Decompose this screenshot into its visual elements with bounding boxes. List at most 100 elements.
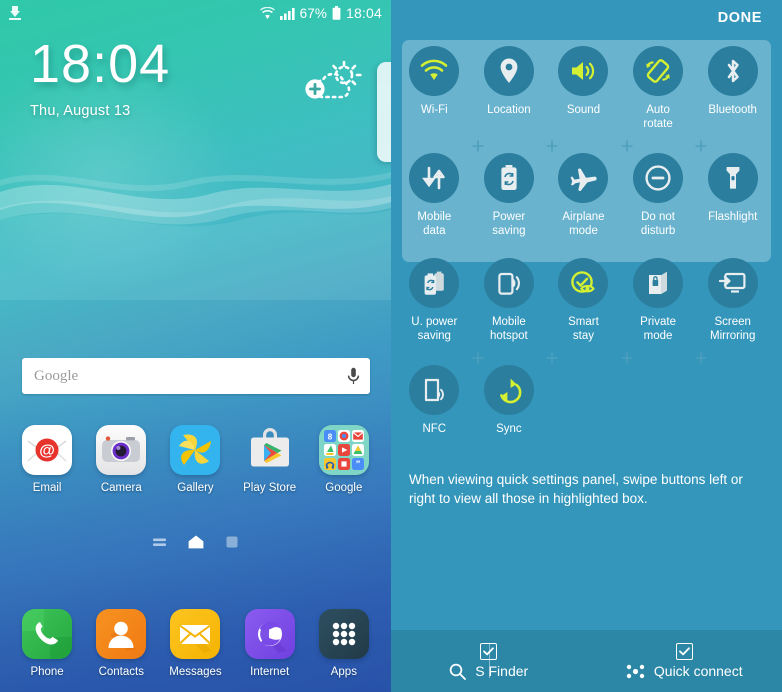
search-icon (449, 663, 467, 680)
quick-toggle-label: Bluetooth (708, 104, 757, 116)
dock-label: Internet (250, 666, 290, 678)
sync-icon (483, 365, 534, 415)
quick-toggle-mobile-data[interactable]: Mobile data (397, 153, 472, 238)
quick-toggle-sync[interactable]: Sync (472, 365, 547, 450)
svg-text:8: 8 (328, 432, 333, 441)
internet-icon (244, 609, 295, 659)
instruction-text: When viewing quick settings panel, swipe… (409, 472, 743, 506)
download-icon (9, 6, 21, 20)
wifi-icon (259, 6, 275, 20)
quick-toggle-label: Sync (496, 423, 522, 435)
bluetooth-icon (707, 46, 758, 96)
quick-connect-icon (626, 663, 645, 680)
dock-label: Messages (169, 666, 222, 678)
quick-connect-label: Quick connect (653, 663, 743, 679)
add-slot-icon[interactable] (620, 351, 634, 365)
battery-icon (332, 6, 341, 20)
app-label: Camera (100, 482, 142, 494)
add-slot-icon[interactable] (545, 351, 559, 365)
dock-icon-messages[interactable]: Messages (163, 609, 227, 678)
quick-toggle-auto-rotate[interactable]: Auto rotate (621, 46, 696, 131)
quick-toggle-screen-mirroring[interactable]: Screen Mirroring (695, 258, 770, 343)
signal-bars-icon (279, 7, 295, 20)
page-dot-icon[interactable] (226, 536, 238, 548)
smart-stay-icon (558, 258, 609, 308)
s-finder-label: S Finder (475, 663, 529, 679)
quick-toggle-label: Flashlight (708, 211, 758, 223)
app-label: Gallery (177, 482, 214, 494)
add-weather-icon[interactable] (298, 60, 368, 112)
quick-toggle-do-not-disturb[interactable]: Do not disturb (621, 153, 696, 238)
add-slot-icon[interactable] (620, 139, 634, 153)
page-indicator (0, 535, 391, 549)
app-icon-email[interactable]: @ Email (15, 425, 79, 494)
app-icon-play-store[interactable]: Play Store (238, 425, 302, 494)
quick-toggle-wifi[interactable]: Wi-Fi (397, 46, 472, 131)
checkbox-checked-icon[interactable] (675, 642, 693, 660)
add-slot-icon[interactable] (471, 351, 485, 365)
apps-grid-icon (318, 609, 369, 659)
wallpaper-wave (0, 150, 391, 300)
quick-toggle-smart-stay[interactable]: Smart stay (546, 258, 621, 343)
quick-toggle-label: U. power saving (411, 316, 458, 342)
add-slot-icon[interactable] (694, 139, 708, 153)
search-input[interactable]: Google (22, 358, 370, 394)
add-slot-icon[interactable] (471, 139, 485, 153)
wifi-icon (409, 46, 460, 96)
clock-date: Thu, August 13 (30, 103, 131, 119)
screen-mirroring-icon (707, 258, 758, 308)
add-slot-icon[interactable] (545, 139, 559, 153)
camera-icon (96, 425, 147, 475)
dock: Phone Contacts Messages Internet Apps (0, 609, 391, 678)
quick-toggle-private-mode[interactable]: Private mode (621, 258, 696, 343)
private-mode-icon (633, 258, 684, 308)
quick-toggle-label: Sound (566, 104, 601, 116)
app-label: Email (32, 482, 62, 494)
svg-text:”: ” (356, 459, 361, 469)
quick-connect-button[interactable]: Quick connect (587, 630, 782, 692)
google-folder-icon: 8 ” (318, 425, 369, 475)
app-label: Google (325, 482, 363, 494)
quick-toggle-label: Power saving (492, 211, 526, 237)
contacts-icon (96, 609, 147, 659)
quick-toggle-label: Airplane mode (562, 211, 605, 237)
quick-settings-row: NFC Sync (397, 365, 776, 450)
dock-icon-phone[interactable]: Phone (15, 609, 79, 678)
quick-toggle-airplane-mode[interactable]: Airplane mode (546, 153, 621, 238)
app-icon-gallery[interactable]: Gallery (163, 425, 227, 494)
briefing-page-icon[interactable] (153, 537, 166, 548)
quick-toggle-bluetooth[interactable]: Bluetooth (695, 46, 770, 131)
quick-toggle-flashlight[interactable]: Flashlight (695, 153, 770, 238)
quick-toggle-sound[interactable]: Sound (546, 46, 621, 131)
quick-toggle-power-saving[interactable]: Power saving (472, 153, 547, 238)
quick-toggle-ultra-power-saving[interactable]: U. power saving (397, 258, 472, 343)
svg-text:@: @ (39, 443, 55, 460)
status-bar: 67% 18:04 (0, 0, 391, 26)
quick-toggle-mobile-hotspot[interactable]: Mobile hotspot (472, 258, 547, 343)
quick-toggle-nfc[interactable]: NFC (397, 365, 472, 450)
messages-icon (170, 609, 221, 659)
dock-icon-contacts[interactable]: Contacts (89, 609, 153, 678)
home-page-icon[interactable] (188, 535, 204, 549)
s-finder-button[interactable]: S Finder (391, 630, 587, 692)
plus-marker-row (397, 343, 776, 365)
app-row: @ Email Camera Gallery Play Store 8 ” Go… (0, 425, 391, 494)
quick-toggle-label: NFC (422, 423, 447, 435)
flashlight-icon (707, 153, 758, 203)
done-button[interactable]: DONE (718, 10, 762, 26)
app-folder-google[interactable]: 8 ” Google (312, 425, 376, 494)
add-slot-icon[interactable] (694, 351, 708, 365)
dual-phone-screenshot: 67% 18:04 18:04 Thu, August 13 Google @ … (0, 0, 782, 692)
microphone-icon[interactable] (336, 367, 370, 385)
dock-icon-apps[interactable]: Apps (312, 609, 376, 678)
peeking-card-edge[interactable] (377, 62, 391, 162)
bottom-bar-divider (488, 644, 490, 678)
dock-icon-internet[interactable]: Internet (238, 609, 302, 678)
gallery-icon (170, 425, 221, 475)
quick-toggle-location[interactable]: Location (472, 46, 547, 131)
app-icon-camera[interactable]: Camera (89, 425, 153, 494)
mobile-hotspot-icon (483, 258, 534, 308)
quick-settings-grid: Wi-Fi Location Sound Auto rotate Bluetoo… (391, 46, 782, 450)
do-not-disturb-icon (633, 153, 684, 203)
clock-widget[interactable]: 18:04 Thu, August 13 (30, 37, 170, 119)
